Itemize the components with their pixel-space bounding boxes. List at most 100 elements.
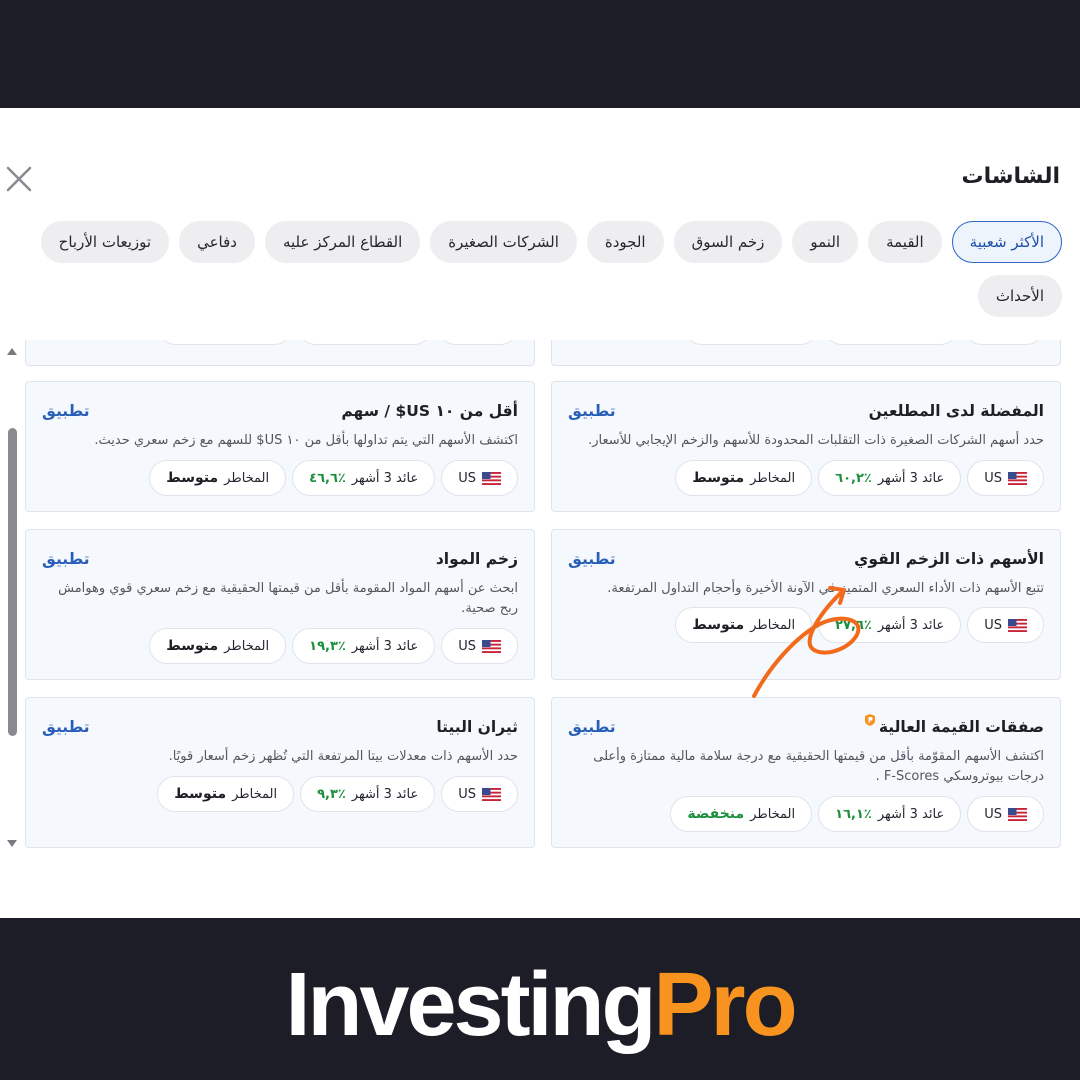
apply-button[interactable]: تطبيق — [42, 550, 90, 568]
apply-button[interactable]: تطبيق — [42, 718, 90, 736]
risk-label: المخاطر — [224, 470, 270, 486]
return-label: عائد 3 أشهر — [877, 470, 945, 486]
risk-label: المخاطر — [750, 806, 796, 822]
card-description: حدد أسهم الشركات الصغيرة ذات التقلبات ال… — [588, 433, 1044, 448]
region-code: US — [984, 806, 1002, 822]
pill-risk — [158, 340, 292, 345]
tab-dividends[interactable]: توزيعات الأرباح — [40, 221, 170, 263]
tab-sector-focus[interactable]: القطاع المركز عليه — [264, 221, 421, 263]
screener-card-partial — [25, 340, 535, 366]
tab-growth[interactable]: النمو — [792, 221, 859, 263]
card-description: ابحث عن أسهم المواد المقومة بأقل من قيمت… — [58, 581, 518, 616]
risk-label: المخاطر — [232, 786, 278, 802]
risk-label: المخاطر — [750, 470, 796, 486]
apply-button[interactable]: تطبيق — [568, 402, 616, 420]
pill-region — [964, 340, 1044, 345]
return-label: عائد 3 أشهر — [351, 638, 419, 654]
top-dark-band — [0, 0, 1080, 108]
return-value: ٪٤٦,٦ — [309, 470, 346, 486]
apply-button[interactable]: تطبيق — [568, 718, 616, 736]
card-title: المفضلة لدى المطلعين — [868, 402, 1044, 420]
card-description: اكتشف الأسهم التي يتم تداولها بأقل من ١٠… — [94, 433, 518, 448]
screener-card-insider-favorites[interactable]: المفضلة لدى المطلعين تطبيق حدد أسهم الشر… — [551, 381, 1061, 512]
region-code: US — [984, 470, 1002, 486]
pill-return: عائد 3 أشهر ٪٤٦,٦ — [292, 460, 436, 496]
return-label: عائد 3 أشهر — [351, 470, 419, 486]
return-label: عائد 3 أشهر — [351, 786, 419, 802]
apply-button[interactable]: تطبيق — [568, 550, 616, 568]
tab-events[interactable]: الأحداث — [977, 275, 1062, 317]
pill-return — [298, 340, 432, 345]
risk-value: متوسط — [692, 617, 745, 633]
logo-part-investing: Investing — [285, 955, 656, 1055]
scroll-up-icon[interactable] — [7, 348, 17, 355]
category-tabs: الأكثر شعبية القيمة النمو زخم السوق الجو… — [12, 221, 1062, 317]
investingpro-logo: InvestingPro — [0, 960, 1080, 1050]
return-value: ٪١٦,١ — [835, 806, 872, 822]
pill-return: عائد 3 أشهر ٪١٦,١ — [818, 796, 962, 832]
pill-region: US — [967, 460, 1044, 496]
region-code: US — [458, 470, 476, 486]
risk-value: متوسط — [692, 470, 745, 486]
card-title: ثيران البيتا — [436, 718, 518, 736]
pill-risk — [684, 340, 818, 345]
tab-most-popular[interactable]: الأكثر شعبية — [951, 221, 1062, 263]
screener-card-strong-momentum[interactable]: الأسهم ذات الزخم القوي تطبيق تتبع الأسهم… — [551, 529, 1061, 680]
pill-region: US — [967, 796, 1044, 832]
card-title-text: صفقات القيمة العالية — [878, 718, 1044, 736]
region-code: US — [984, 617, 1002, 633]
screeners-list[interactable]: المفضلة لدى المطلعين تطبيق حدد أسهم الشر… — [0, 340, 1080, 850]
pill-return: عائد 3 أشهر ٪٢٧,٦ — [818, 607, 962, 643]
return-label: عائد 3 أشهر — [877, 617, 945, 633]
card-title: صفقات القيمة العالية — [864, 714, 1044, 736]
return-value: ٪٦٠,٢ — [835, 470, 872, 486]
pill-return: عائد 3 أشهر ٪٦٠,٢ — [818, 460, 962, 496]
us-flag-icon — [482, 639, 501, 653]
pill-region: US — [967, 607, 1044, 643]
pill-risk: المخاطر منخفضة — [670, 796, 813, 832]
return-value: ٪٢٧,٦ — [835, 617, 872, 633]
logo-part-pro: Pro — [653, 955, 798, 1055]
screener-card-high-value-deals[interactable]: صفقات القيمة العالية تطبيق اكتشف الأسهم … — [551, 697, 1061, 848]
tab-market-momentum[interactable]: زخم السوق — [673, 221, 783, 263]
scroll-thumb[interactable] — [8, 428, 17, 736]
pill-region: US — [441, 776, 518, 812]
card-description: اكتشف الأسهم المقوّمة بأقل من قيمتها الح… — [593, 749, 1044, 784]
tab-defensive[interactable]: دفاعي — [179, 221, 255, 263]
us-flag-icon — [482, 471, 501, 485]
apply-button[interactable]: تطبيق — [42, 402, 90, 420]
pill-risk: المخاطر متوسط — [675, 460, 813, 496]
pro-badge-icon — [864, 714, 875, 726]
pill-risk: المخاطر متوسط — [157, 776, 295, 812]
return-label: عائد 3 أشهر — [877, 806, 945, 822]
risk-value: متوسط — [166, 638, 219, 654]
panel-title: الشاشات — [961, 164, 1060, 189]
tab-quality[interactable]: الجودة — [586, 221, 664, 263]
card-title: أقل من ١٠ US$ / سهم — [341, 402, 518, 420]
pill-return: عائد 3 أشهر ٪١٩,٣ — [292, 628, 436, 664]
card-description: تتبع الأسهم ذات الأداء السعري المتميز في… — [607, 581, 1044, 596]
card-title: الأسهم ذات الزخم القوي — [854, 550, 1044, 568]
scroll-down-icon[interactable] — [7, 840, 17, 847]
region-code: US — [458, 786, 476, 802]
risk-value: منخفضة — [687, 806, 745, 822]
tab-value[interactable]: القيمة — [868, 221, 942, 263]
us-flag-icon — [1008, 471, 1027, 485]
card-title: زخم المواد — [435, 550, 518, 568]
region-code: US — [458, 638, 476, 654]
return-value: ٪١٩,٣ — [309, 638, 346, 654]
screener-card-beta-bulls[interactable]: ثيران البيتا تطبيق حدد الأسهم ذات معدلات… — [25, 697, 535, 848]
risk-value: متوسط — [174, 786, 227, 802]
pill-region: US — [441, 460, 518, 496]
pill-risk: المخاطر متوسط — [675, 607, 813, 643]
screener-card-materials-momentum[interactable]: زخم المواد تطبيق ابحث عن أسهم المواد الم… — [25, 529, 535, 680]
pill-return: عائد 3 أشهر ٪٩,٣ — [300, 776, 436, 812]
risk-value: متوسط — [166, 470, 219, 486]
close-icon — [6, 166, 32, 192]
scrollbar[interactable] — [4, 340, 20, 850]
screener-card-under-10[interactable]: أقل من ١٠ US$ / سهم تطبيق اكتشف الأسهم ا… — [25, 381, 535, 512]
pill-return — [824, 340, 958, 345]
tab-small-caps[interactable]: الشركات الصغيرة — [430, 221, 577, 263]
screener-card-partial — [551, 340, 1061, 366]
close-button[interactable] — [4, 164, 34, 194]
